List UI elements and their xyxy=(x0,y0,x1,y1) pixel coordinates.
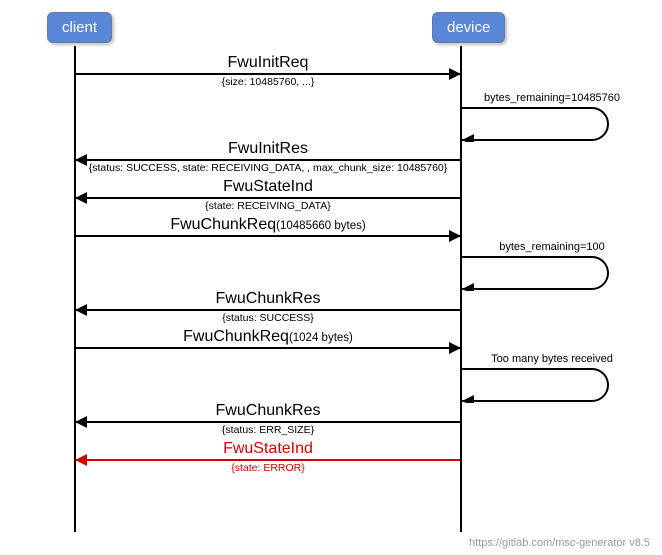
msg-size: (1024 bytes) xyxy=(289,332,353,344)
msg-fwuinitreq: FwuInitReq xyxy=(76,54,460,72)
selfloop-arrow-icon xyxy=(462,106,642,142)
msg-fwuinitres-params: {status: SUCCESS, state: RECEIVING_DATA,… xyxy=(76,162,460,174)
msg-fwustateind-1: FwuStateInd xyxy=(76,178,460,196)
msg-fwuchunkres-2: FwuChunkRes xyxy=(76,402,460,420)
selfloop-arrow-icon xyxy=(462,255,642,291)
generator-footer: https://gitlab.com/msc-generator v8.5 xyxy=(469,537,650,549)
arrow-right-icon xyxy=(76,347,460,349)
msg-label: FwuChunkRes xyxy=(76,290,460,308)
arrow-left-icon xyxy=(76,197,460,199)
msg-fwuchunkres-1-params: {status: SUCCESS} xyxy=(76,312,460,324)
selfmsg-label: bytes_remaining=10485760 xyxy=(462,92,642,104)
msg-label: FwuStateInd xyxy=(76,178,460,196)
msg-label: FwuChunkReq xyxy=(183,328,289,345)
msg-fwuinitres: FwuInitRes xyxy=(76,140,460,158)
selfmsg-bytes-remaining-1: bytes_remaining=10485760 xyxy=(462,92,642,142)
actor-client: client xyxy=(47,12,112,43)
msg-fwustateind-1-params: {state: RECEIVING_DATA} xyxy=(76,200,460,212)
msg-sub: {state: RECEIVING_DATA} xyxy=(76,201,460,212)
arrow-right-icon xyxy=(76,73,460,75)
msg-fwuchunkreq-2: FwuChunkReq(1024 bytes) xyxy=(76,328,460,346)
msg-sub: {state: ERROR} xyxy=(76,463,460,474)
msg-label: FwuInitRes xyxy=(76,140,460,158)
sequence-diagram: client device FwuInitReq {size: 10485760… xyxy=(12,12,650,543)
arrow-left-icon xyxy=(76,159,460,161)
msg-label: FwuInitReq xyxy=(76,54,460,72)
selfmsg-label: bytes_remaining=100 xyxy=(462,241,642,253)
selfmsg-label: Too many bytes received xyxy=(462,353,642,365)
msg-label: FwuChunkReq xyxy=(170,216,276,233)
selfmsg-too-many-bytes: Too many bytes received xyxy=(462,353,642,403)
msg-fwuchunkreq-1: FwuChunkReq(10485660 bytes) xyxy=(76,216,460,234)
arrow-right-icon xyxy=(76,235,460,237)
arrow-left-icon xyxy=(76,309,460,311)
msg-sub: {status: ERR_SIZE} xyxy=(76,425,460,436)
selfmsg-bytes-remaining-2: bytes_remaining=100 xyxy=(462,241,642,291)
msg-sub: {status: SUCCESS} xyxy=(76,313,460,324)
msg-fwuchunkres-1: FwuChunkRes xyxy=(76,290,460,308)
msg-size: (10485660 bytes) xyxy=(276,220,366,232)
selfloop-arrow-icon xyxy=(462,367,642,403)
arrow-left-icon xyxy=(76,421,460,423)
msg-fwuchunkres-2-params: {status: ERR_SIZE} xyxy=(76,424,460,436)
msg-sub: {status: SUCCESS, state: RECEIVING_DATA,… xyxy=(76,163,460,174)
msg-label: FwuChunkRes xyxy=(76,402,460,420)
msg-sub: {size: 10485760, ...} xyxy=(76,77,460,88)
msg-fwustateind-error-params: {state: ERROR} xyxy=(76,462,460,474)
msg-label: FwuStateInd xyxy=(76,440,460,458)
actor-device: device xyxy=(432,12,505,43)
msg-fwuinitreq-params: {size: 10485760, ...} xyxy=(76,76,460,88)
arrow-left-error-icon xyxy=(76,459,460,461)
msg-fwustateind-error: FwuStateInd xyxy=(76,440,460,458)
